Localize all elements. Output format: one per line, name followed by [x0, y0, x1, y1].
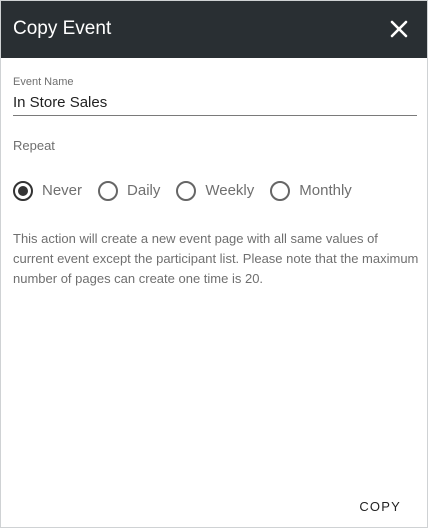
copy-button[interactable]: COPY — [359, 499, 401, 515]
dialog-header: Copy Event — [1, 1, 427, 58]
radio-unchecked-icon — [98, 181, 119, 201]
repeat-option-weekly[interactable]: Weekly — [176, 181, 254, 201]
close-button[interactable] — [388, 18, 410, 40]
event-name-input[interactable] — [13, 90, 417, 116]
repeat-option-never[interactable]: Never — [13, 181, 82, 201]
radio-unchecked-icon — [270, 181, 291, 201]
repeat-option-label: Monthly — [299, 182, 352, 199]
copy-info-text: This action will create a new event page… — [13, 231, 419, 286]
repeat-option-label: Weekly — [205, 182, 255, 199]
close-icon — [390, 20, 408, 38]
radio-checked-icon — [13, 181, 33, 201]
radio-unchecked-icon — [176, 181, 197, 201]
dialog-title: Copy Event — [13, 18, 112, 39]
repeat-option-label: Daily — [127, 182, 161, 199]
repeat-option-daily[interactable]: Daily — [98, 181, 160, 201]
repeat-radio-group: Never Daily Weekly Monthly — [13, 180, 368, 202]
event-name-label: Event Name — [13, 76, 74, 88]
repeat-option-monthly[interactable]: Monthly — [270, 181, 352, 201]
copy-event-dialog: Copy Event Event Name Repeat Never Daily… — [0, 0, 428, 528]
repeat-option-label: Never — [42, 182, 83, 199]
repeat-label: Repeat — [13, 138, 55, 153]
